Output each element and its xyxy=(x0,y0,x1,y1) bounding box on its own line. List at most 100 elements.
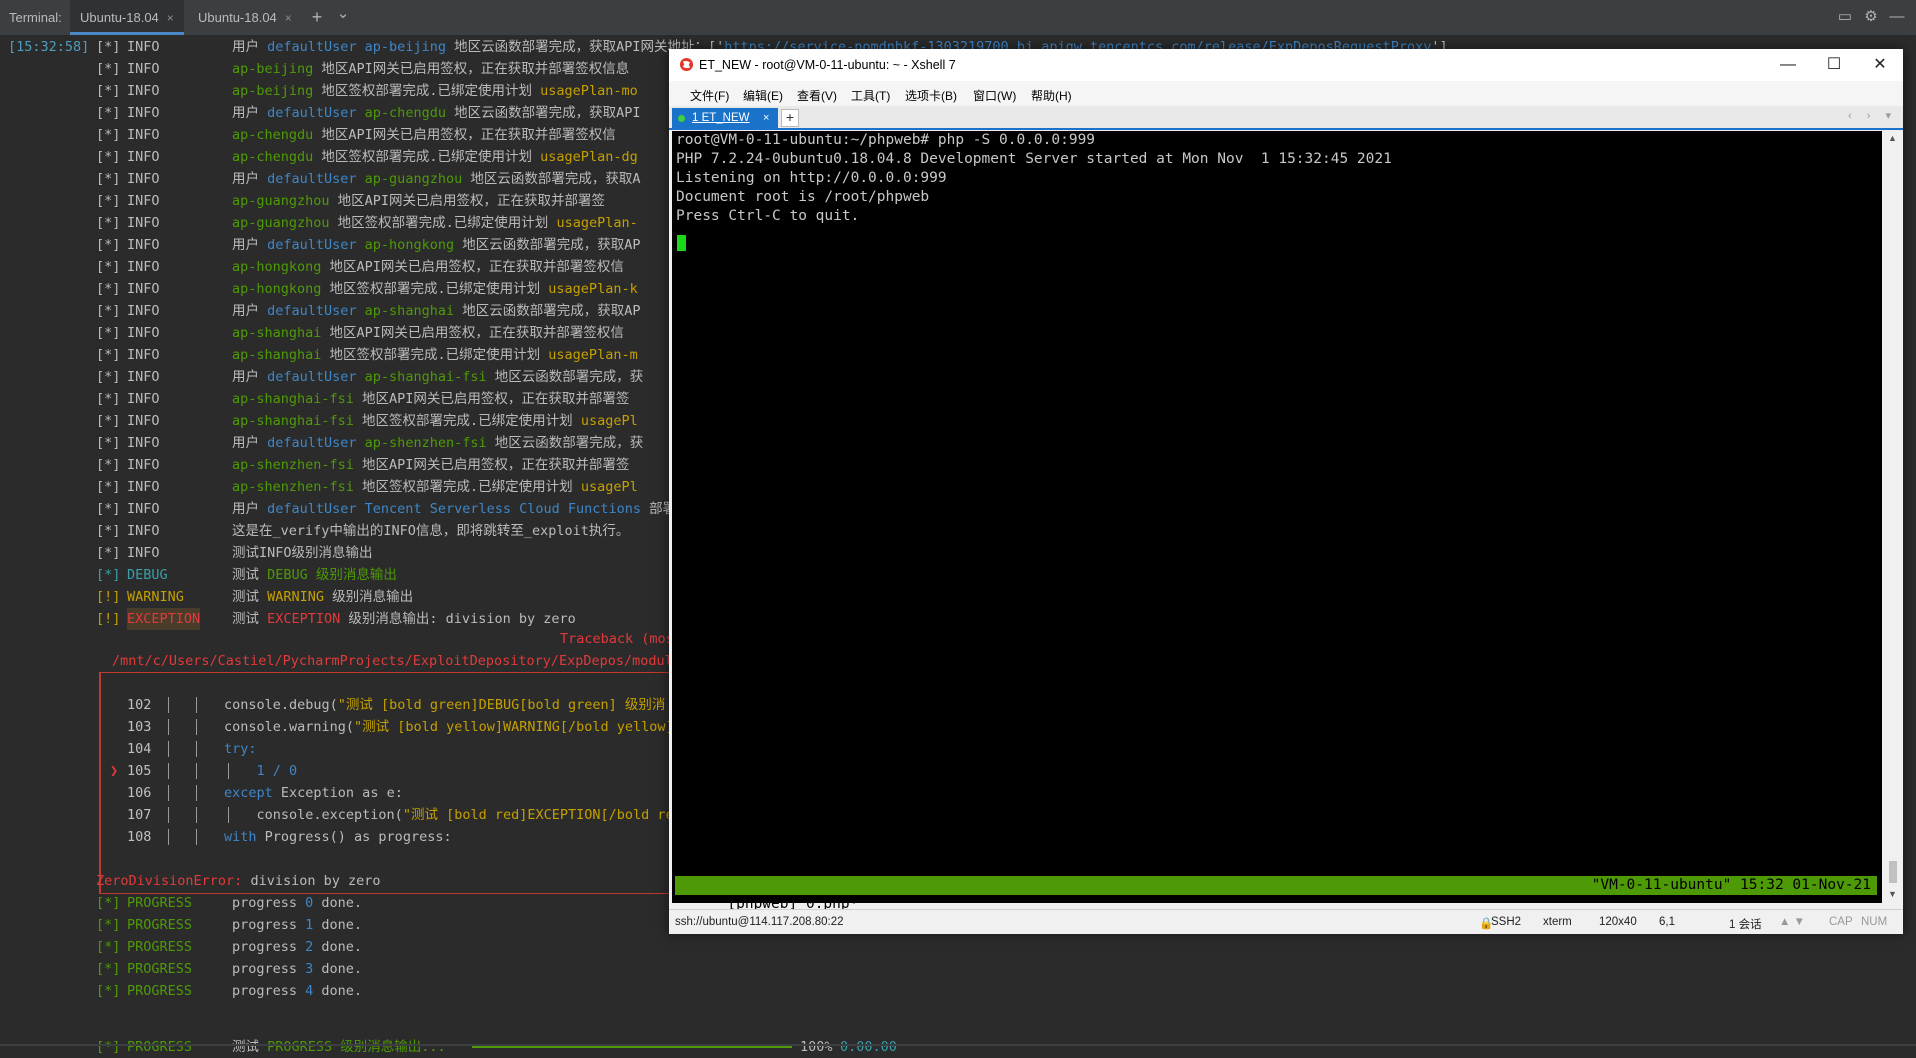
log-segment: defaultUser xyxy=(267,237,357,253)
menu-tabs[interactable]: 选项卡(B) xyxy=(905,87,957,104)
log-tag: [*] xyxy=(96,501,121,517)
terminal-label: Terminal: xyxy=(9,10,62,25)
log-message: ap-chengdu 地区API网关已启用签权，正在获取并部署签权信 xyxy=(232,124,616,146)
code-line-number: 108 xyxy=(127,829,152,845)
connection-address: ssh://ubuntu@114.117.208.80:22 xyxy=(675,916,844,928)
log-segment: defaultUser xyxy=(267,435,357,451)
tab-nav-icons[interactable]: ‹ › ▾ xyxy=(1848,109,1897,122)
log-segment: done. xyxy=(313,961,363,977)
gear-icon[interactable]: ⚙ xyxy=(1862,8,1880,26)
menu-window[interactable]: 窗口(W) xyxy=(973,87,1016,104)
close-icon[interactable]: × xyxy=(285,11,292,25)
log-segment: 地区API网关已启用签权，正在获取并部署签 xyxy=(353,457,630,473)
menu-edit[interactable]: 编辑(E) xyxy=(743,87,783,104)
add-tab-icon[interactable]: + xyxy=(308,8,326,26)
log-segment: progress xyxy=(232,983,306,999)
log-segment: defaultUser xyxy=(267,171,357,187)
log-segment: done. xyxy=(313,939,363,955)
close-icon[interactable]: × xyxy=(763,108,769,128)
chevron-down-icon[interactable]: ⌄ xyxy=(334,5,352,23)
code-token: "测试 [bold green]DEBUG[bold green] 级别消 xyxy=(337,697,666,713)
log-level: INFO xyxy=(127,281,160,297)
terminal-tab-label: Ubuntu-18.04 xyxy=(80,10,159,25)
log-message: ap-guangzhou 地区签权部署完成.已绑定使用计划 usagePlan- xyxy=(232,212,638,234)
log-segment: 级别消息输出 xyxy=(307,567,397,583)
log-message: ap-hongkong 地区签权部署完成.已绑定使用计划 usagePlan-k xyxy=(232,278,638,300)
log-level: INFO xyxy=(127,369,160,385)
code-line-number: 106 xyxy=(127,785,152,801)
log-segment: defaultUser xyxy=(267,39,357,55)
xshell-terminal[interactable]: root@VM-0-11-ubuntu:~/phpweb# php -S 0.0… xyxy=(672,131,1882,912)
log-message: 测试 WARNING 级别消息输出 xyxy=(232,586,413,608)
vertical-scrollbar[interactable]: ▲ ▼ xyxy=(1885,131,1901,903)
log-segment: usagePl xyxy=(580,413,638,429)
xshell-title: ET_NEW - root@VM-0-11-ubuntu: ~ - Xshell… xyxy=(699,58,956,72)
close-button[interactable]: ✕ xyxy=(1857,49,1903,81)
indent-guide xyxy=(168,785,169,801)
log-segment: 用户 xyxy=(232,171,268,187)
code-token: except xyxy=(224,785,273,801)
log-segment: ap-shenzhen-fsi xyxy=(232,479,354,495)
log-message: ap-hongkong 地区API网关已启用签权，正在获取并部署签权信 xyxy=(232,256,624,278)
menu-help[interactable]: 帮助(H) xyxy=(1031,87,1072,104)
code-token: with xyxy=(224,829,257,845)
session-tab[interactable]: 1 ET_NEW × xyxy=(672,108,778,128)
cursor-position: 6,1 xyxy=(1659,916,1675,928)
log-tag: [*] xyxy=(96,457,121,473)
indent-guide xyxy=(168,763,169,779)
terminal-line: Press Ctrl-C to quit. xyxy=(676,208,860,224)
log-message: 用户 defaultUser ap-shanghai-fsi 地区云函数部署完成… xyxy=(232,366,643,388)
log-segment: done. xyxy=(313,983,363,999)
log-message: 测试 EXCEPTION 级别消息输出: division by zero xyxy=(232,608,576,630)
xshell-titlebar[interactable]: ET_NEW - root@VM-0-11-ubuntu: ~ - Xshell… xyxy=(669,49,1903,81)
log-tag: [*] xyxy=(96,917,121,933)
log-tag: [*] xyxy=(96,435,121,451)
log-segment: 地区签权部署完成.已绑定使用计划 xyxy=(329,215,557,231)
indent-guide xyxy=(196,785,197,801)
log-segment: 用户 xyxy=(232,105,268,121)
xshell-logo-icon xyxy=(679,57,694,72)
log-segment: defaultUser Tencent Serverless Cloud Fun… xyxy=(267,501,642,517)
restore-icon[interactable]: ▭ xyxy=(1836,8,1854,26)
minimize-button[interactable]: — xyxy=(1765,49,1811,81)
protocol: SSH2 xyxy=(1491,916,1522,928)
progress-bar xyxy=(472,1046,792,1048)
terminal-tab-1[interactable]: Ubuntu-18.04 × xyxy=(70,0,184,35)
progress-final-text: 测试 PROGRESS 级别消息输出... xyxy=(232,1036,446,1058)
log-message: ap-shanghai-fsi 地区签权部署完成.已绑定使用计划 usagePl xyxy=(232,410,638,432)
maximize-button[interactable]: ☐ xyxy=(1811,49,1857,81)
add-tab-button[interactable]: + xyxy=(781,109,799,127)
hide-icon[interactable]: — xyxy=(1888,8,1906,26)
log-segment: 地区签权部署完成.已绑定使用计划 xyxy=(321,347,549,363)
log-segment: 地区云函数部署完成，获 xyxy=(486,435,644,451)
code-token: console.debug( xyxy=(224,697,338,713)
log-segment: ap-hongkong xyxy=(356,237,455,253)
xshell-window[interactable]: ET_NEW - root@VM-0-11-ubuntu: ~ - Xshell… xyxy=(669,49,1903,934)
log-segment: 用户 xyxy=(232,303,268,319)
log-message: ap-shenzhen-fsi 地区API网关已启用签权，正在获取并部署签 xyxy=(232,454,629,476)
log-level: PROGRESS xyxy=(127,895,193,911)
log-level: INFO xyxy=(127,479,160,495)
log-segment: 用户 xyxy=(232,501,268,517)
scroll-thumb[interactable] xyxy=(1889,861,1897,883)
close-icon[interactable]: × xyxy=(167,11,174,25)
code-line-number: 102 xyxy=(127,697,152,713)
scroll-up-icon[interactable]: ▲ xyxy=(1888,133,1897,143)
log-message: ap-shanghai 地区签权部署完成.已绑定使用计划 usagePlan-m xyxy=(232,344,638,366)
menu-view[interactable]: 查看(V) xyxy=(797,87,837,104)
terminal-line: root@VM-0-11-ubuntu:~/phpweb# php -S 0.0… xyxy=(676,132,1096,148)
terminal-tab-2[interactable]: Ubuntu-18.04 × xyxy=(188,0,302,35)
menu-tools[interactable]: 工具(T) xyxy=(851,87,890,104)
log-tag: [*] xyxy=(96,413,121,429)
progress-message: progress 3 done. xyxy=(232,958,362,980)
code-line-text: except Exception as e: xyxy=(224,782,403,804)
scroll-down-icon[interactable]: ▼ xyxy=(1888,889,1897,899)
log-tag: [*] xyxy=(96,149,121,165)
terminal-line: Document root is /root/phpweb xyxy=(676,189,930,205)
log-tag: [*] xyxy=(96,567,121,583)
log-level: INFO xyxy=(127,237,160,253)
menu-file[interactable]: 文件(F) xyxy=(690,87,729,104)
log-segment: usagePlan-k xyxy=(548,281,638,297)
log-message: 测试INFO级别消息输出 xyxy=(232,542,373,564)
connected-status-icon xyxy=(678,115,685,122)
